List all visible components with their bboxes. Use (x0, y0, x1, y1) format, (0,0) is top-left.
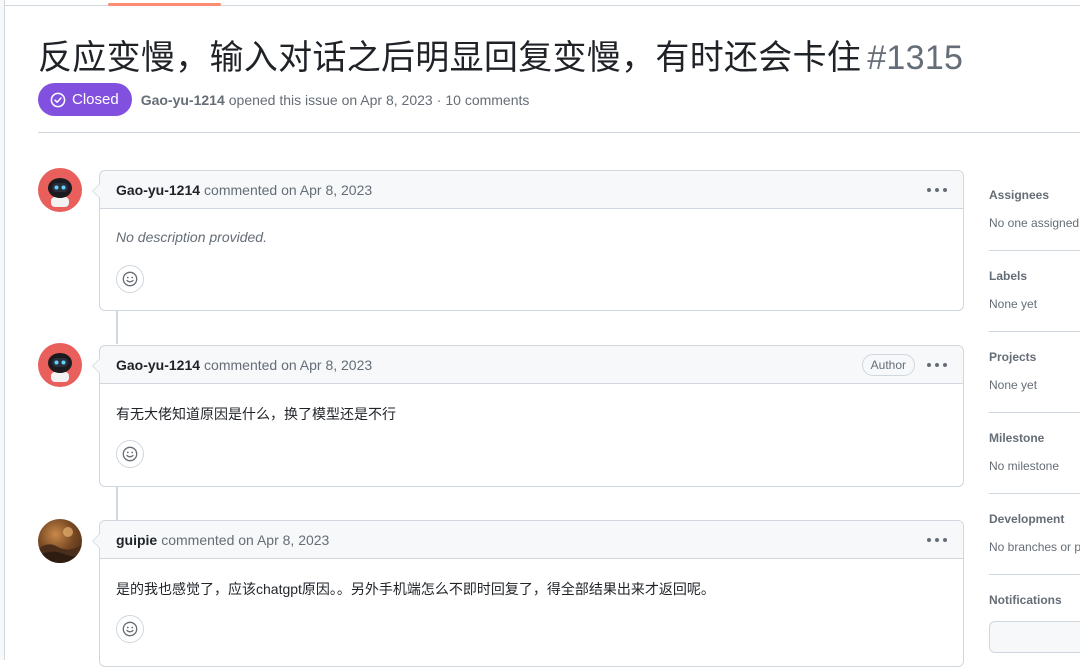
sidebar-section-title[interactable]: Milestone (989, 431, 1044, 445)
subscribe-button[interactable] (989, 621, 1080, 653)
comment-body: No description provided. (116, 229, 267, 245)
smiley-icon (122, 446, 138, 462)
sidebar-section-title[interactable]: Assignees (989, 188, 1049, 202)
comment-body: 是的我也感觉了，应该chatgpt原因。。另外手机端怎么不即时回复了，得全部结果… (116, 581, 715, 597)
issue-author-link[interactable]: Gao-yu-1214 (141, 92, 225, 108)
state-label: Closed (72, 91, 119, 108)
comment-card: Gao-yu-1214 commented on Apr 8, 2023 Aut… (92, 345, 964, 487)
sidebar-assignees[interactable]: Assignees No one assigned (989, 170, 1080, 251)
comments-count: 10 comments (445, 91, 530, 108)
comment-author-link[interactable]: Gao-yu-1214 (116, 182, 200, 198)
robot-avatar-icon (48, 353, 72, 382)
comment-card: Gao-yu-1214 commented on Apr 8, 2023 No … (92, 170, 964, 311)
sidebar-milestone[interactable]: Milestone No milestone (989, 413, 1080, 494)
comment-header: Gao-yu-1214 commented on Apr 8, 2023 Aut… (100, 346, 963, 384)
comment-body: 有无大佬知道原因是什么，换了模型还是不行 (116, 406, 396, 422)
issue-title-text: 反应变慢，输入对话之后明显回复变慢，有时还会卡住 (38, 39, 862, 77)
timeline-connector (116, 485, 118, 520)
comment-card: guipie commented on Apr 8, 2023 是的我也感觉了，… (92, 520, 964, 667)
add-reaction-button[interactable] (116, 615, 144, 643)
sidebar-section-value: None yet (989, 378, 1038, 392)
comment-timestamp[interactable]: commented on Apr 8, 2023 (161, 532, 329, 548)
comment-header: Gao-yu-1214 commented on Apr 8, 2023 (100, 171, 963, 209)
issue-title: 反应变慢，输入对话之后明显回复变慢，有时还会卡住 #1315 (38, 30, 963, 79)
sidebar-section-value: None yet (989, 297, 1038, 311)
sidebar-section-value: No one assigned (989, 216, 1080, 230)
comment-header: guipie commented on Apr 8, 2023 (100, 521, 963, 559)
sidebar-development[interactable]: Development No branches or pull requests (989, 494, 1080, 575)
opened-text: opened this issue on Apr 8, 2023 (228, 91, 433, 108)
comment-author-link[interactable]: guipie (116, 532, 157, 548)
sidebar-section-title: Notifications (989, 593, 1062, 607)
issue-meta: Closed Gao-yu-1214 opened this issue on … (38, 83, 529, 116)
sidebar-projects[interactable]: Projects None yet (989, 332, 1080, 413)
sidebar-section-title[interactable]: Labels (989, 269, 1027, 283)
kebab-horizontal-icon[interactable] (927, 357, 947, 373)
smiley-icon (122, 621, 138, 637)
add-reaction-button[interactable] (116, 265, 144, 293)
kebab-horizontal-icon[interactable] (927, 532, 947, 548)
landscape-avatar-icon (38, 527, 82, 563)
window-left-edge (0, 0, 5, 660)
comment-header-actions (927, 182, 947, 198)
add-reaction-button[interactable] (116, 440, 144, 468)
comment-author-avatar[interactable] (38, 168, 82, 212)
sidebar-section-value: No milestone (989, 459, 1060, 473)
timeline-connector (116, 309, 118, 344)
selected-tab-underline (108, 3, 221, 6)
issue-number: #1315 (867, 39, 964, 77)
robot-avatar-icon (48, 178, 72, 207)
header-divider (38, 132, 1080, 133)
kebab-horizontal-icon[interactable] (927, 182, 947, 198)
sidebar-section-title[interactable]: Development (989, 512, 1064, 526)
sidebar-section-title[interactable]: Projects (989, 350, 1036, 364)
comment-header-actions: Author (861, 353, 947, 376)
comment-author-link[interactable]: Gao-yu-1214 (116, 357, 200, 373)
meta-separator: · (436, 91, 442, 108)
comment-header-actions (927, 532, 947, 548)
author-badge: Author (861, 353, 915, 376)
issue-sidebar: Assignees No one assigned Labels None ye… (989, 170, 1080, 660)
smiley-icon (122, 271, 138, 287)
comment-author-avatar[interactable] (38, 343, 82, 387)
comment-author-avatar[interactable] (38, 519, 82, 563)
sidebar-section-value: No branches or pull requests (989, 540, 1080, 554)
closed-state-badge: Closed (38, 83, 132, 116)
comment-timestamp[interactable]: commented on Apr 8, 2023 (204, 357, 372, 373)
comment-timestamp[interactable]: commented on Apr 8, 2023 (204, 182, 372, 198)
sidebar-labels[interactable]: Labels None yet (989, 251, 1080, 332)
check-circle-icon (50, 92, 66, 107)
